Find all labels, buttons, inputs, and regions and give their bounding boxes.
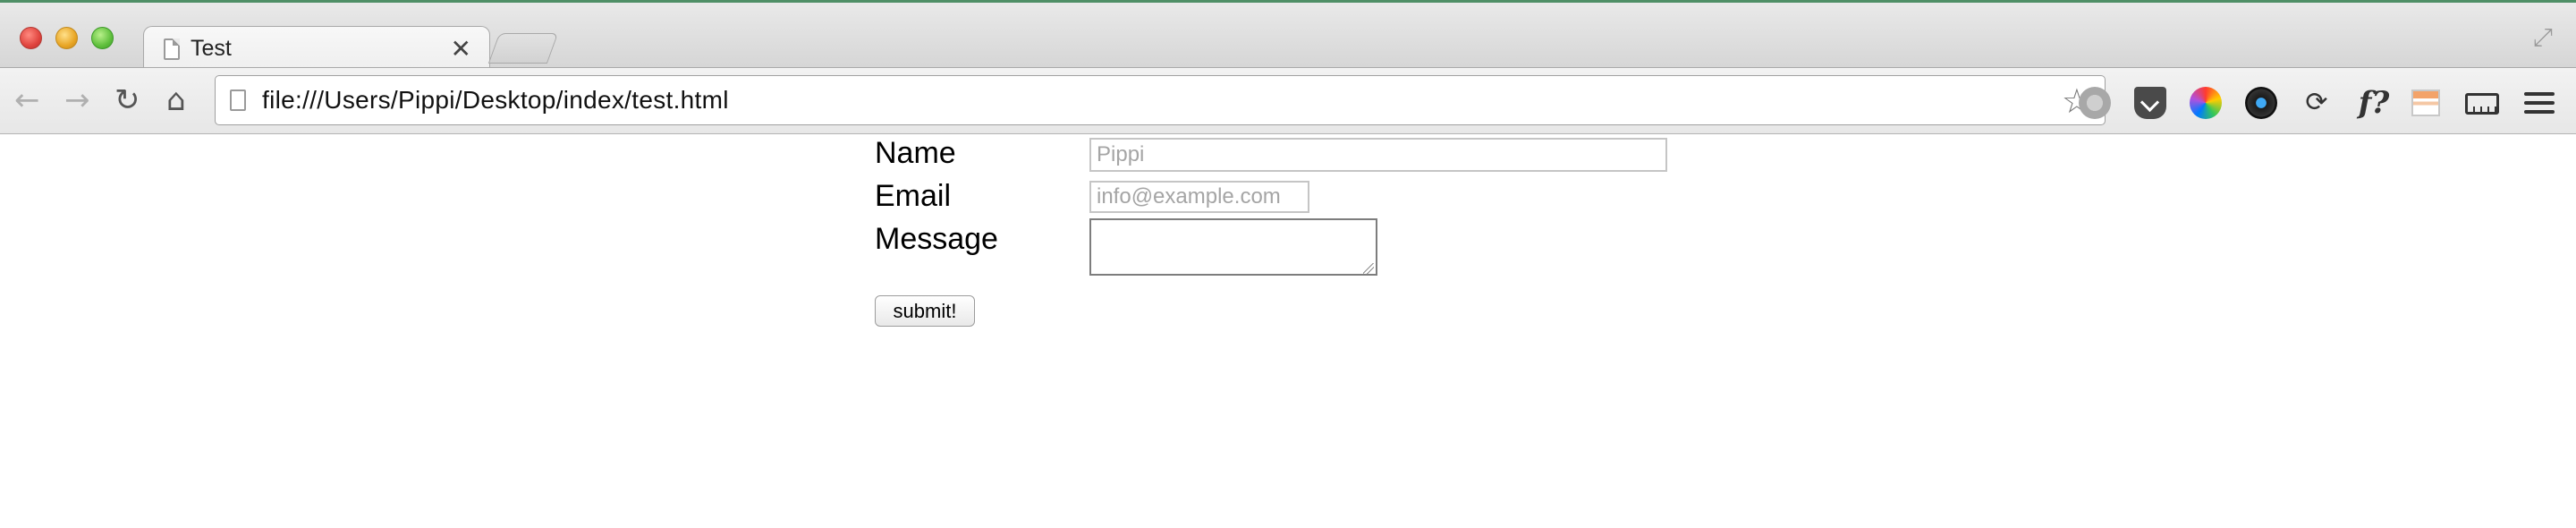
minimize-window-button[interactable] [55,27,78,49]
close-window-button[interactable] [20,27,42,49]
fullscreen-icon[interactable]: ⤢ [2533,22,2553,53]
zoom-window-button[interactable] [91,27,114,49]
address-bar[interactable]: file:///Users/Pippi/Desktop/index/test.h… [215,75,2106,125]
chrome-menu-icon[interactable] [2524,87,2555,119]
back-button[interactable]: ← [14,84,40,116]
page-icon [230,89,246,111]
pocket-icon[interactable] [2134,87,2166,119]
forward-button[interactable]: → [64,84,90,116]
email-label: Email [875,179,952,213]
page-content: Name Email Message submit! [0,134,2576,528]
ruler-icon[interactable] [2465,93,2499,115]
grey-disc-extension-icon[interactable] [2079,87,2111,119]
color-wheel-icon[interactable] [2190,87,2222,119]
browser-title-bar: Test ✕ ⤢ [0,0,2576,72]
whatfont-icon[interactable]: f? [2352,87,2395,119]
dark-circle-extension-icon[interactable] [2245,87,2277,119]
page-icon [164,38,180,60]
message-label: Message [875,222,998,256]
name-label: Name [875,136,956,170]
name-input[interactable] [1089,138,1667,172]
tab-title: Test [191,36,232,61]
sync-arrows-icon[interactable]: ⟳ [2301,87,2333,119]
new-tab-button[interactable] [487,33,559,64]
tab-close-icon[interactable]: ✕ [451,34,471,64]
browser-tab-active[interactable]: Test ✕ [143,26,490,72]
window-resizer-icon[interactable] [2411,89,2440,116]
browser-toolbar: ← → ↻ ⌂ file:///Users/Pippi/Desktop/inde… [0,67,2576,134]
reload-button[interactable]: ↻ [114,84,140,116]
email-input[interactable] [1089,181,1309,213]
submit-button[interactable]: submit! [875,295,975,327]
home-button[interactable]: ⌂ [166,84,186,116]
message-textarea[interactable] [1089,218,1377,276]
address-url[interactable]: file:///Users/Pippi/Desktop/index/test.h… [262,86,729,115]
